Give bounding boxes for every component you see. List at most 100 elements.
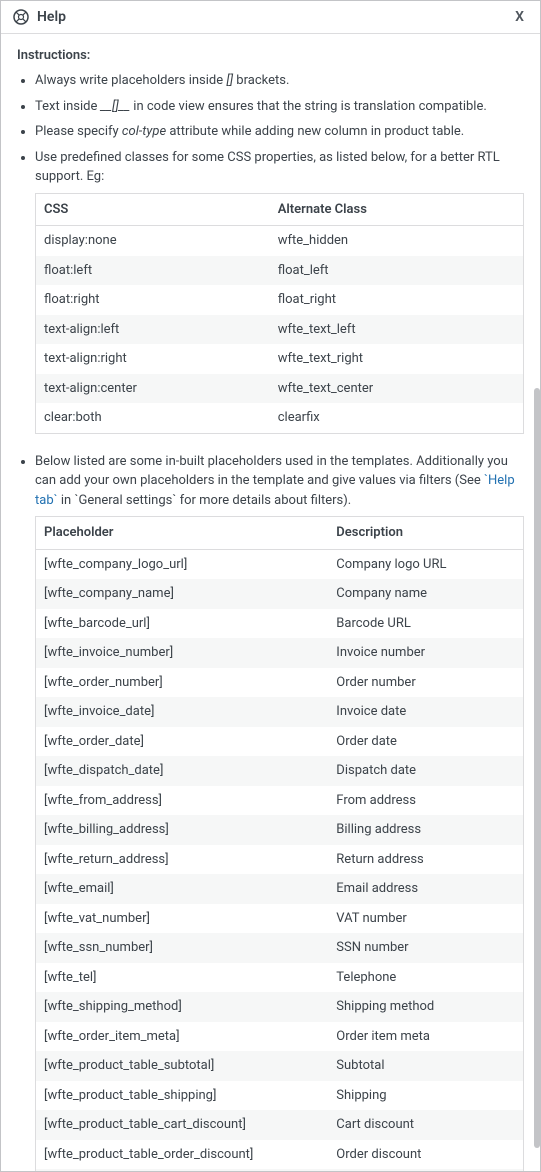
table-row: [wfte_order_item_meta]Order item meta [36, 1022, 524, 1052]
placeholder-cell: [wfte_ssn_number] [36, 933, 329, 963]
altclass-cell: wfte_text_right [270, 344, 524, 374]
table-row: [wfte_order_date]Order date [36, 727, 524, 757]
placeholder-cell: [wfte_invoice_date] [36, 697, 329, 727]
table-row: [wfte_company_name]Company name [36, 579, 524, 609]
panel-title: Help [37, 9, 511, 25]
placeholder-cell: [wfte_order_item_meta] [36, 1022, 329, 1052]
description-cell: Cart discount [328, 1110, 523, 1140]
scrollbar-thumb[interactable] [534, 388, 540, 1148]
css-cell: text-align:right [36, 344, 270, 374]
css-cell: float:left [36, 256, 270, 286]
description-header: Description [328, 517, 523, 550]
placeholder-cell: [wfte_order_number] [36, 668, 329, 698]
table-row: [wfte_invoice_number]Invoice number [36, 638, 524, 668]
table-row: text-align:centerwfte_text_center [36, 374, 524, 404]
instructions-heading: Instructions: [17, 48, 524, 63]
table-row: [wfte_order_number]Order number [36, 668, 524, 698]
placeholder-cell: [wfte_barcode_url] [36, 609, 329, 639]
text: attribute while adding new column in pro… [166, 124, 464, 139]
description-cell: SSN number [328, 933, 523, 963]
table-row: text-align:leftwfte_text_left [36, 315, 524, 345]
description-cell: Company logo URL [328, 549, 523, 579]
css-header: CSS [36, 193, 270, 226]
placeholder-cell: [wfte_tel] [36, 963, 329, 993]
table-row: [wfte_product_table_cart_discount]Cart d… [36, 1110, 524, 1140]
table-row: [wfte_company_logo_url]Company logo URL [36, 549, 524, 579]
text: Below listed are some in-built placehold… [35, 454, 508, 489]
css-cell: clear:both [36, 403, 270, 433]
close-button[interactable]: X [511, 9, 528, 25]
altclass-cell: clearfix [270, 403, 524, 433]
placeholder-cell: [wfte_company_name] [36, 579, 329, 609]
table-row: [wfte_shipping_method]Shipping method [36, 992, 524, 1022]
text: Use predefined classes for some CSS prop… [35, 150, 500, 185]
table-row: [wfte_tel]Telephone [36, 963, 524, 993]
description-cell: Email address [328, 874, 523, 904]
table-row: float:rightfloat_right [36, 285, 524, 315]
instruction-item: Always write placeholders inside [] brac… [35, 71, 524, 91]
placeholder-cell: [wfte_product_table_shipping] [36, 1081, 329, 1111]
description-cell: Invoice date [328, 697, 523, 727]
placeholder-table: Placeholder Description [wfte_company_lo… [35, 516, 524, 1171]
instruction-item: Below listed are some in-built placehold… [35, 452, 524, 1172]
placeholder-cell: [wfte_from_address] [36, 786, 329, 816]
table-row: [wfte_vat_number]VAT number [36, 904, 524, 934]
placeholder-header: Placeholder [36, 517, 329, 550]
placeholder-cell: [wfte_shipping_method] [36, 992, 329, 1022]
table-row: text-align:rightwfte_text_right [36, 344, 524, 374]
css-cell: text-align:left [36, 315, 270, 345]
css-cell: float:right [36, 285, 270, 315]
placeholder-cell: [wfte_product_table_order_discount] [36, 1140, 329, 1170]
scrollbar-track [534, 38, 540, 1171]
instruction-item: Please specify col-type attribute while … [35, 122, 524, 142]
description-cell: Subtotal [328, 1051, 523, 1081]
table-row: display:nonewfte_hidden [36, 226, 524, 256]
table-row: [wfte_email]Email address [36, 874, 524, 904]
description-cell: Company name [328, 579, 523, 609]
description-cell: Barcode URL [328, 609, 523, 639]
description-cell: Order number [328, 668, 523, 698]
placeholder-cell: [wfte_order_date] [36, 727, 329, 757]
altclass-cell: float_left [270, 256, 524, 286]
description-cell: Return address [328, 845, 523, 875]
instruction-item: Use predefined classes for some CSS prop… [35, 148, 524, 434]
description-cell: Order date [328, 727, 523, 757]
placeholder-cell: [wfte_return_address] [36, 845, 329, 875]
table-row: [wfte_product_table_shipping]Shipping [36, 1081, 524, 1111]
placeholder-intro-list: Below listed are some in-built placehold… [17, 452, 524, 1172]
panel-header: Help X [1, 1, 540, 34]
description-cell: From address [328, 786, 523, 816]
text: Text inside [35, 99, 101, 114]
bracket-em: __[]__ [101, 99, 130, 114]
description-cell: Billing address [328, 815, 523, 845]
placeholder-cell: [wfte_vat_number] [36, 904, 329, 934]
table-row: [wfte_product_table_order_discount]Order… [36, 1140, 524, 1170]
altclass-cell: float_right [270, 285, 524, 315]
description-cell: Shipping [328, 1081, 523, 1111]
table-row: [wfte_product_table_subtotal]Subtotal [36, 1051, 524, 1081]
help-panel: Help X Instructions: Always write placeh… [0, 0, 541, 1172]
table-row: [wfte_from_address]From address [36, 786, 524, 816]
panel-content: Instructions: Always write placeholders … [1, 34, 540, 1171]
table-row: [wfte_invoice_date]Invoice date [36, 697, 524, 727]
text: in `General settings` for more details a… [58, 493, 352, 508]
table-row: [wfte_dispatch_date]Dispatch date [36, 756, 524, 786]
instruction-item: Text inside __[]__ in code view ensures … [35, 97, 524, 117]
text: Please specify [35, 124, 122, 139]
table-row: [wfte_return_address]Return address [36, 845, 524, 875]
text: brackets. [233, 73, 289, 88]
description-cell: Invoice number [328, 638, 523, 668]
placeholder-cell: [wfte_company_logo_url] [36, 549, 329, 579]
placeholder-cell: [wfte_billing_address] [36, 815, 329, 845]
help-icon [13, 9, 29, 25]
coltype-em: col-type [122, 124, 166, 139]
placeholder-cell: [wfte_invoice_number] [36, 638, 329, 668]
table-row: [wfte_product_table_total_tax]Total tax [36, 1169, 524, 1171]
description-cell: Order item meta [328, 1022, 523, 1052]
description-cell: Total tax [328, 1169, 523, 1171]
description-cell: Shipping method [328, 992, 523, 1022]
css-cell: display:none [36, 226, 270, 256]
placeholder-cell: [wfte_email] [36, 874, 329, 904]
placeholder-cell: [wfte_product_table_cart_discount] [36, 1110, 329, 1140]
description-cell: Telephone [328, 963, 523, 993]
